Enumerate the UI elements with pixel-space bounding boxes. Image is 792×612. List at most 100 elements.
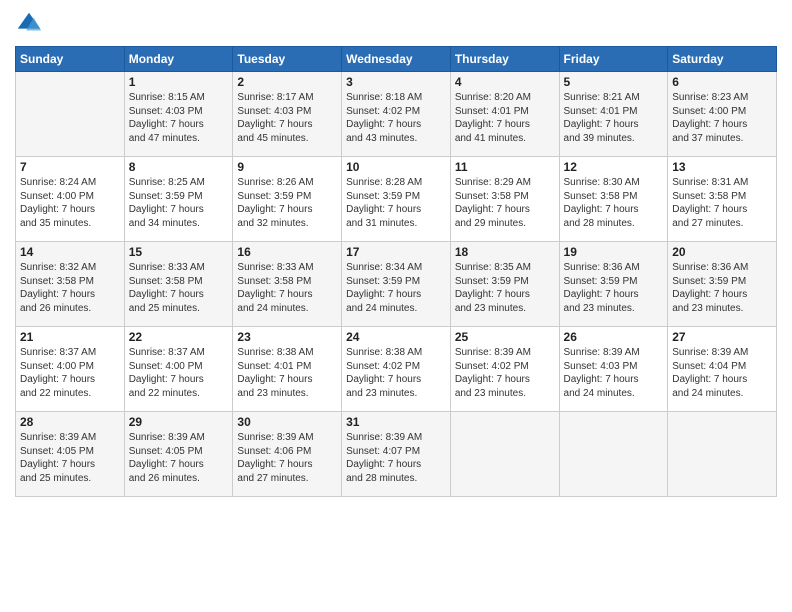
day-info: Sunrise: 8:29 AM Sunset: 3:58 PM Dayligh…	[455, 176, 555, 230]
calendar-cell: 27 Sunrise: 8:39 AM Sunset: 4:04 PM Dayli…	[668, 327, 777, 412]
calendar-cell: 2Sunrise: 8:17 AM Sunset: 4:03 PM Daylig…	[233, 72, 342, 157]
calendar-cell: 11 Sunrise: 8:29 AM Sunset: 3:58 PM Dayli…	[450, 157, 559, 242]
day-info: Sunrise: 8:37 AM Sunset: 4:00 PM Dayligh…	[20, 346, 120, 400]
calendar-cell: 5 Sunrise: 8:21 AM Sunset: 4:01 PM Daylig…	[559, 72, 668, 157]
day-number: 11	[455, 160, 555, 174]
calendar-header: SundayMondayTuesdayWednesdayThursdayFrid…	[16, 47, 777, 72]
day-number: 22	[129, 330, 229, 344]
day-number: 21	[20, 330, 120, 344]
calendar-table: SundayMondayTuesdayWednesdayThursdayFrid…	[15, 46, 777, 497]
day-info: Sunrise: 8:39 AM Sunset: 4:04 PM Dayligh…	[672, 346, 772, 400]
week-row-5: 28 Sunrise: 8:39 AM Sunset: 4:05 PM Dayli…	[16, 412, 777, 497]
day-info: Sunrise: 8:33 AM Sunset: 3:58 PM Dayligh…	[129, 261, 229, 315]
week-row-1: 1Sunrise: 8:15 AM Sunset: 4:03 PM Daylig…	[16, 72, 777, 157]
calendar-cell: 12Sunrise: 8:30 AM Sunset: 3:58 PM Dayli…	[559, 157, 668, 242]
day-info: Sunrise: 8:38 AM Sunset: 4:01 PM Dayligh…	[237, 346, 337, 400]
calendar-cell: 8 Sunrise: 8:25 AM Sunset: 3:59 PM Daylig…	[124, 157, 233, 242]
day-info: Sunrise: 8:39 AM Sunset: 4:06 PM Dayligh…	[237, 431, 337, 485]
logo	[15, 10, 45, 38]
weekday-row: SundayMondayTuesdayWednesdayThursdayFrid…	[16, 47, 777, 72]
day-info: Sunrise: 8:36 AM Sunset: 3:59 PM Dayligh…	[564, 261, 664, 315]
calendar-cell: 1Sunrise: 8:15 AM Sunset: 4:03 PM Daylig…	[124, 72, 233, 157]
day-info: Sunrise: 8:31 AM Sunset: 3:58 PM Dayligh…	[672, 176, 772, 230]
calendar-cell: 23 Sunrise: 8:38 AM Sunset: 4:01 PM Dayli…	[233, 327, 342, 412]
weekday-header-monday: Monday	[124, 47, 233, 72]
day-number: 5	[564, 75, 664, 89]
day-number: 16	[237, 245, 337, 259]
day-info: Sunrise: 8:15 AM Sunset: 4:03 PM Dayligh…	[129, 91, 229, 145]
week-row-2: 7Sunrise: 8:24 AM Sunset: 4:00 PM Daylig…	[16, 157, 777, 242]
calendar-cell: 30Sunrise: 8:39 AM Sunset: 4:06 PM Dayli…	[233, 412, 342, 497]
day-number: 26	[564, 330, 664, 344]
day-number: 12	[564, 160, 664, 174]
day-number: 14	[20, 245, 120, 259]
day-number: 4	[455, 75, 555, 89]
day-info: Sunrise: 8:36 AM Sunset: 3:59 PM Dayligh…	[672, 261, 772, 315]
day-number: 17	[346, 245, 446, 259]
day-info: Sunrise: 8:37 AM Sunset: 4:00 PM Dayligh…	[129, 346, 229, 400]
day-info: Sunrise: 8:39 AM Sunset: 4:05 PM Dayligh…	[129, 431, 229, 485]
calendar-cell	[559, 412, 668, 497]
weekday-header-tuesday: Tuesday	[233, 47, 342, 72]
calendar-cell: 15 Sunrise: 8:33 AM Sunset: 3:58 PM Dayli…	[124, 242, 233, 327]
day-number: 29	[129, 415, 229, 429]
day-info: Sunrise: 8:35 AM Sunset: 3:59 PM Dayligh…	[455, 261, 555, 315]
day-info: Sunrise: 8:33 AM Sunset: 3:58 PM Dayligh…	[237, 261, 337, 315]
day-number: 6	[672, 75, 772, 89]
day-number: 8	[129, 160, 229, 174]
calendar-cell: 26Sunrise: 8:39 AM Sunset: 4:03 PM Dayli…	[559, 327, 668, 412]
day-info: Sunrise: 8:20 AM Sunset: 4:01 PM Dayligh…	[455, 91, 555, 145]
day-info: Sunrise: 8:23 AM Sunset: 4:00 PM Dayligh…	[672, 91, 772, 145]
week-row-4: 21 Sunrise: 8:37 AM Sunset: 4:00 PM Dayli…	[16, 327, 777, 412]
day-info: Sunrise: 8:39 AM Sunset: 4:05 PM Dayligh…	[20, 431, 120, 485]
header	[15, 10, 777, 38]
calendar-cell	[668, 412, 777, 497]
day-number: 15	[129, 245, 229, 259]
day-number: 18	[455, 245, 555, 259]
day-info: Sunrise: 8:39 AM Sunset: 4:02 PM Dayligh…	[455, 346, 555, 400]
day-info: Sunrise: 8:21 AM Sunset: 4:01 PM Dayligh…	[564, 91, 664, 145]
day-number: 23	[237, 330, 337, 344]
week-row-3: 14 Sunrise: 8:32 AM Sunset: 3:58 PM Dayli…	[16, 242, 777, 327]
day-number: 13	[672, 160, 772, 174]
day-number: 20	[672, 245, 772, 259]
day-number: 25	[455, 330, 555, 344]
day-number: 19	[564, 245, 664, 259]
calendar-cell: 7Sunrise: 8:24 AM Sunset: 4:00 PM Daylig…	[16, 157, 125, 242]
calendar-cell: 22 Sunrise: 8:37 AM Sunset: 4:00 PM Dayli…	[124, 327, 233, 412]
calendar-cell: 9Sunrise: 8:26 AM Sunset: 3:59 PM Daylig…	[233, 157, 342, 242]
day-info: Sunrise: 8:28 AM Sunset: 3:59 PM Dayligh…	[346, 176, 446, 230]
day-info: Sunrise: 8:39 AM Sunset: 4:07 PM Dayligh…	[346, 431, 446, 485]
calendar-cell: 21 Sunrise: 8:37 AM Sunset: 4:00 PM Dayli…	[16, 327, 125, 412]
calendar-cell: 20 Sunrise: 8:36 AM Sunset: 3:59 PM Dayli…	[668, 242, 777, 327]
calendar-cell: 3 Sunrise: 8:18 AM Sunset: 4:02 PM Daylig…	[342, 72, 451, 157]
logo-icon	[15, 10, 43, 38]
calendar-cell: 19 Sunrise: 8:36 AM Sunset: 3:59 PM Dayli…	[559, 242, 668, 327]
calendar-cell	[16, 72, 125, 157]
day-number: 28	[20, 415, 120, 429]
weekday-header-sunday: Sunday	[16, 47, 125, 72]
weekday-header-thursday: Thursday	[450, 47, 559, 72]
calendar-cell: 31Sunrise: 8:39 AM Sunset: 4:07 PM Dayli…	[342, 412, 451, 497]
calendar-cell: 14 Sunrise: 8:32 AM Sunset: 3:58 PM Dayli…	[16, 242, 125, 327]
day-info: Sunrise: 8:38 AM Sunset: 4:02 PM Dayligh…	[346, 346, 446, 400]
calendar-cell: 29 Sunrise: 8:39 AM Sunset: 4:05 PM Dayli…	[124, 412, 233, 497]
day-info: Sunrise: 8:17 AM Sunset: 4:03 PM Dayligh…	[237, 91, 337, 145]
day-number: 10	[346, 160, 446, 174]
day-info: Sunrise: 8:18 AM Sunset: 4:02 PM Dayligh…	[346, 91, 446, 145]
day-number: 7	[20, 160, 120, 174]
day-info: Sunrise: 8:34 AM Sunset: 3:59 PM Dayligh…	[346, 261, 446, 315]
day-number: 3	[346, 75, 446, 89]
calendar-cell: 28 Sunrise: 8:39 AM Sunset: 4:05 PM Dayli…	[16, 412, 125, 497]
weekday-header-saturday: Saturday	[668, 47, 777, 72]
weekday-header-friday: Friday	[559, 47, 668, 72]
calendar-body: 1Sunrise: 8:15 AM Sunset: 4:03 PM Daylig…	[16, 72, 777, 497]
calendar-cell: 4 Sunrise: 8:20 AM Sunset: 4:01 PM Daylig…	[450, 72, 559, 157]
day-number: 27	[672, 330, 772, 344]
page-container: SundayMondayTuesdayWednesdayThursdayFrid…	[0, 0, 792, 502]
day-info: Sunrise: 8:25 AM Sunset: 3:59 PM Dayligh…	[129, 176, 229, 230]
calendar-cell: 6 Sunrise: 8:23 AM Sunset: 4:00 PM Daylig…	[668, 72, 777, 157]
calendar-cell: 10 Sunrise: 8:28 AM Sunset: 3:59 PM Dayli…	[342, 157, 451, 242]
day-info: Sunrise: 8:32 AM Sunset: 3:58 PM Dayligh…	[20, 261, 120, 315]
calendar-cell: 16 Sunrise: 8:33 AM Sunset: 3:58 PM Dayli…	[233, 242, 342, 327]
